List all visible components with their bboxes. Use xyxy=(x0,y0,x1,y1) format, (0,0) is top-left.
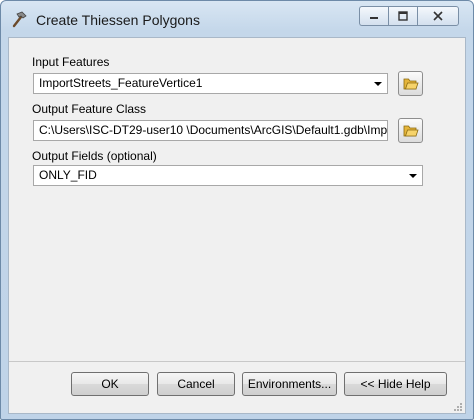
close-icon xyxy=(433,11,443,21)
tool-dialog-window: Create Thiessen Polygons Input Features … xyxy=(0,0,474,420)
caption-buttons xyxy=(359,6,459,26)
output-fields-value: ONLY_FID xyxy=(39,168,97,182)
chevron-down-icon xyxy=(374,82,382,86)
ok-button[interactable]: OK xyxy=(71,372,149,396)
input-features-browse-button[interactable] xyxy=(398,71,423,96)
cancel-button[interactable]: Cancel xyxy=(157,372,235,396)
chevron-down-icon xyxy=(409,174,417,178)
minimize-button[interactable] xyxy=(359,6,388,26)
title-bar[interactable]: Create Thiessen Polygons xyxy=(1,1,473,35)
hammer-icon xyxy=(10,10,28,28)
input-features-label: Input Features xyxy=(32,55,110,69)
close-button[interactable] xyxy=(417,6,459,26)
maximize-button[interactable] xyxy=(388,6,417,26)
environments-button[interactable]: Environments... xyxy=(242,372,337,396)
output-fields-label: Output Fields (optional) xyxy=(32,149,157,163)
resize-grip-icon[interactable] xyxy=(453,401,463,411)
output-feature-class-browse-button[interactable] xyxy=(398,118,423,143)
folder-open-icon xyxy=(403,78,419,89)
input-features-dropdown[interactable]: ImportStreets_FeatureVertice1 xyxy=(33,73,388,94)
window-title: Create Thiessen Polygons xyxy=(36,12,200,28)
output-feature-class-field[interactable]: C:\Users\ISC-DT29-user10 \Documents\ArcG… xyxy=(33,120,388,141)
maximize-icon xyxy=(398,11,408,21)
hide-help-button[interactable]: << Hide Help xyxy=(344,372,447,396)
input-features-value: ImportStreets_FeatureVertice1 xyxy=(39,76,203,90)
folder-open-icon xyxy=(403,125,419,136)
output-feature-class-label: Output Feature Class xyxy=(32,102,147,116)
output-feature-class-value: C:\Users\ISC-DT29-user10 \Documents\ArcG… xyxy=(39,123,387,137)
footer-divider xyxy=(9,361,465,362)
minimize-icon xyxy=(370,17,378,19)
dialog-body: Input Features ImportStreets_FeatureVert… xyxy=(8,37,466,414)
output-fields-dropdown[interactable]: ONLY_FID xyxy=(33,165,423,186)
